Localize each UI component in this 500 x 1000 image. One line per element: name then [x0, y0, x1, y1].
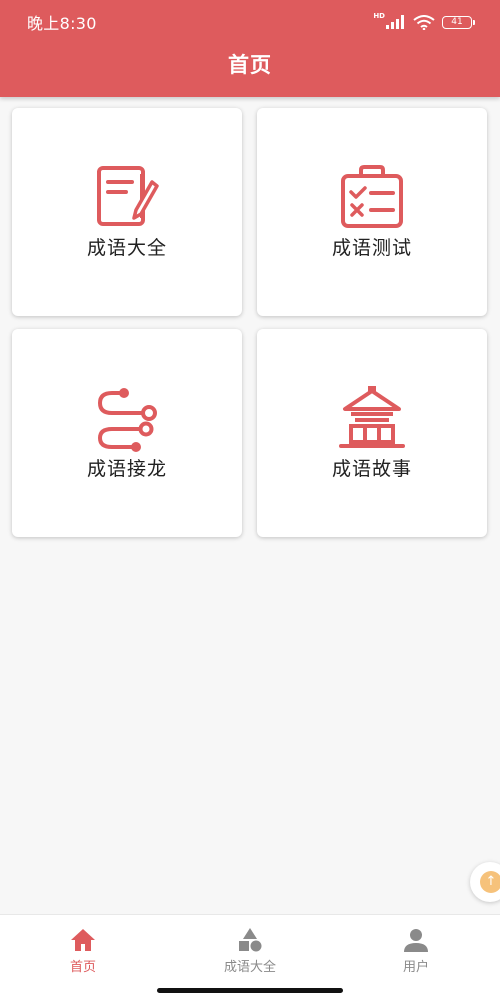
checklist-clipboard-icon: [341, 165, 403, 228]
nav-label: 首页: [69, 960, 96, 975]
card-label: 成语接龙: [86, 458, 167, 480]
user-icon: [404, 929, 428, 952]
wifi-icon: [413, 14, 435, 30]
card-idiom-quiz[interactable]: 成语测试: [257, 108, 487, 316]
card-idiom-stories[interactable]: 成语故事: [257, 329, 487, 537]
app-header: 晚上8:30 HD 41 首页: [0, 0, 500, 97]
card-idiom-chain[interactable]: 成语接龙: [12, 329, 242, 537]
pavilion-icon: [339, 386, 405, 448]
card-idiom-dictionary[interactable]: 成语大全: [12, 108, 242, 316]
page-title: 首页: [228, 53, 272, 77]
nav-item-user[interactable]: 用户: [356, 927, 476, 977]
card-label: 成语故事: [331, 458, 412, 480]
battery-icon: 41: [442, 15, 475, 29]
arrow-up-icon: ↑: [480, 871, 500, 893]
card-label: 成语测试: [331, 237, 412, 259]
status-time: 晚上8:30: [27, 14, 97, 33]
signal-icon: [386, 15, 404, 29]
network-label: HD: [373, 12, 385, 20]
floating-assist-button[interactable]: ↑: [470, 862, 500, 902]
home-icon: [71, 929, 95, 951]
nav-label: 成语大全: [223, 960, 276, 975]
card-label: 成语大全: [86, 237, 167, 259]
shapes-icon: [239, 928, 262, 952]
home-indicator[interactable]: [157, 988, 343, 993]
chain-path-icon: [97, 388, 157, 452]
nav-item-idiom-dictionary[interactable]: 成语大全: [190, 927, 310, 977]
notebook-pen-icon: [97, 166, 159, 226]
nav-label: 用户: [402, 960, 429, 975]
status-icons: HD 41: [373, 12, 475, 30]
nav-item-home[interactable]: 首页: [23, 927, 143, 977]
status-bar: 晚上8:30 HD 41: [0, 0, 500, 44]
